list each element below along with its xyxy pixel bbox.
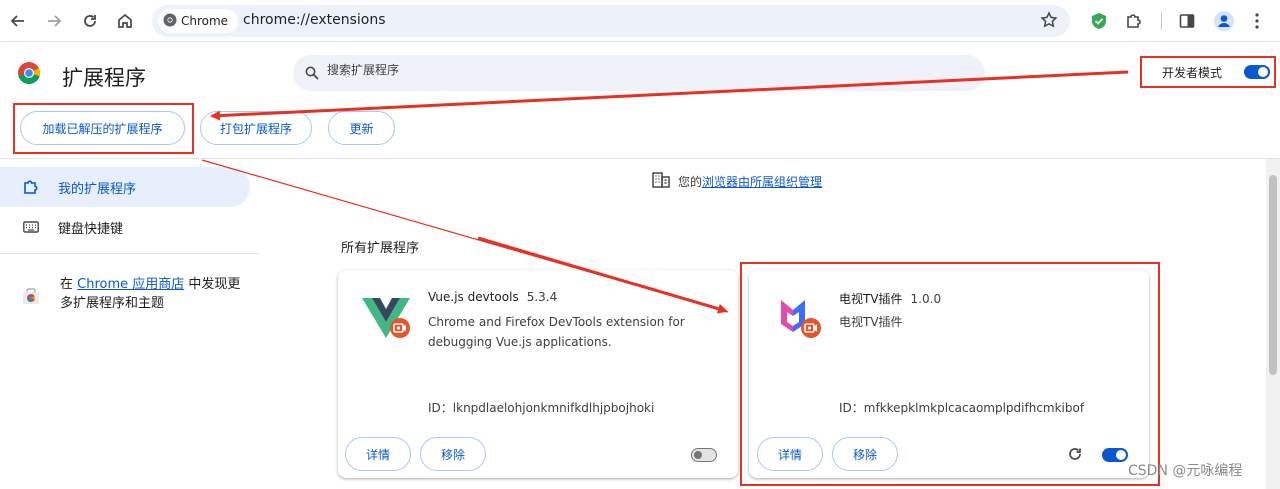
- extension-card-vue-devtools: Vue.js devtools 5.3.4 Chrome and Firefox …: [338, 270, 738, 478]
- vue-logo-icon: [360, 292, 412, 344]
- extensions-header: 扩展程序 开发者模式 加载已解压的扩展程序 打包扩展程序 更新: [0, 43, 1280, 158]
- extension-name: Vue.js devtools: [428, 290, 519, 304]
- header-divider: [0, 158, 1280, 159]
- sidebar-item-my-extensions[interactable]: 我的扩展程序: [0, 167, 250, 207]
- webstore-icon: [22, 287, 40, 311]
- extension-puzzle-icon: [22, 178, 40, 196]
- managed-notice: 您的浏览器由所属组织管理: [652, 172, 822, 191]
- sidebar-item-label: 键盘快捷键: [58, 221, 124, 237]
- managed-link[interactable]: 浏览器由所属组织管理: [702, 175, 822, 189]
- back-icon[interactable]: [6, 9, 30, 33]
- section-title: 所有扩展程序: [341, 241, 420, 256]
- page-scrollbar[interactable]: [1266, 159, 1280, 489]
- site-chip[interactable]: Chrome: [158, 9, 238, 33]
- details-button[interactable]: 详情: [345, 437, 411, 471]
- extension-description: Chrome and Firefox DevTools extension fo…: [428, 315, 685, 349]
- chrome-logo-icon: [17, 61, 41, 89]
- site-chip-label: Chrome: [181, 14, 229, 28]
- home-icon[interactable]: [113, 9, 137, 33]
- update-button[interactable]: 更新: [328, 111, 395, 145]
- search-input[interactable]: [327, 63, 927, 77]
- extension-enable-toggle[interactable]: [691, 448, 717, 462]
- scrollbar-thumb[interactable]: [1269, 175, 1277, 375]
- watermark: CSDN @元咏编程: [1128, 463, 1243, 479]
- sidebar-divider: [0, 253, 258, 254]
- search-box[interactable]: [293, 55, 985, 91]
- managed-text-prefix: 您的: [678, 175, 703, 189]
- webstore-link[interactable]: Chrome 应用商店: [77, 277, 184, 292]
- developer-mode-toggle[interactable]: [1244, 65, 1270, 79]
- browser-toolbar: Chrome chrome://extensions: [0, 0, 1280, 42]
- search-icon: [305, 65, 319, 84]
- omnibox[interactable]: Chrome chrome://extensions: [152, 5, 1070, 37]
- extensions-puzzle-icon[interactable]: [1122, 9, 1146, 33]
- developer-mode-label: 开发者模式: [1162, 65, 1223, 80]
- webstore-text-prefix: 在: [60, 277, 78, 292]
- page-title: 扩展程序: [62, 66, 146, 90]
- bookmark-star-icon[interactable]: [1040, 11, 1058, 33]
- profile-avatar-icon[interactable]: [1212, 9, 1236, 33]
- annotation-box-load-unpacked: [13, 103, 194, 154]
- toolbar-divider: [1161, 12, 1162, 30]
- sidebar-item-keyboard-shortcuts[interactable]: 键盘快捷键: [0, 207, 250, 247]
- building-icon: [652, 172, 670, 191]
- remove-button[interactable]: 移除: [420, 437, 486, 471]
- pack-extension-button[interactable]: 打包扩展程序: [200, 111, 312, 145]
- extension-id: ID：lknpdlaelohjonkmnifkdlhjpbojhoki: [428, 401, 655, 415]
- sidebar-item-label: 我的扩展程序: [58, 181, 137, 197]
- annotation-box-tv-plugin: [740, 262, 1160, 486]
- address-url[interactable]: chrome://extensions: [243, 12, 386, 28]
- forward-icon[interactable]: [42, 9, 66, 33]
- developer-mode-control: 开发者模式: [1140, 56, 1276, 88]
- side-panel-icon[interactable]: [1175, 9, 1199, 33]
- extension-version: 5.3.4: [526, 290, 558, 304]
- menu-kebab-icon[interactable]: [1245, 9, 1269, 33]
- chrome-icon: [163, 13, 177, 30]
- reload-icon[interactable]: [78, 9, 102, 33]
- keyboard-icon: [22, 218, 40, 236]
- shield-extension-icon[interactable]: [1087, 9, 1111, 33]
